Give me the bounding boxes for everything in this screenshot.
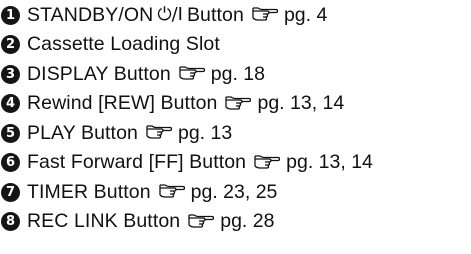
list-item: 4 Rewind [REW] Button pg. 13, 14: [0, 89, 471, 119]
item-label: STANDBY/ON: [27, 3, 154, 26]
item-number-badge: 1: [1, 5, 20, 25]
pointing-hand-icon: [252, 7, 278, 21]
item-label: TIMER Button: [27, 180, 151, 203]
list-item: 3 DISPLAY Button pg. 18: [0, 60, 471, 90]
component-legend-list: 1 STANDBY/ON ⏻/I Button pg. 4 2 Cassette…: [0, 0, 471, 237]
page-reference: pg. 18: [210, 62, 265, 85]
list-item: 2 Cassette Loading Slot: [0, 30, 471, 60]
page-reference: pg. 13, 14: [257, 92, 345, 115]
pointing-hand-icon: [254, 155, 281, 169]
item-label-suffix: Button: [186, 3, 244, 26]
list-item: 8 REC LINK Button pg. 28: [0, 207, 471, 237]
page-reference: pg. 13, 14: [286, 151, 373, 174]
item-number-badge: 5: [1, 123, 20, 143]
pointing-hand-icon: [225, 96, 252, 110]
list-item: 7 TIMER Button pg. 23, 25: [0, 178, 471, 208]
list-item: 1 STANDBY/ON ⏻/I Button pg. 4: [0, 1, 471, 31]
item-number-badge: 2: [1, 35, 20, 55]
pointing-hand-icon: [159, 184, 185, 198]
standby-on-symbol: ⏻/I: [157, 3, 183, 25]
item-label: DISPLAY Button: [27, 62, 171, 85]
page-reference: pg. 23, 25: [190, 180, 278, 203]
pointing-hand-icon: [188, 214, 215, 228]
item-number-badge: 3: [1, 64, 20, 84]
item-label: Rewind [REW] Button: [27, 92, 218, 115]
list-item: 6 Fast Forward [FF] Button pg. 13, 14: [0, 148, 471, 178]
pointing-hand-icon: [146, 125, 172, 139]
page-reference: pg. 28: [220, 210, 275, 233]
list-item: 5 PLAY Button pg. 13: [0, 119, 471, 149]
page-reference: pg. 13: [177, 121, 233, 144]
item-label: REC LINK Button: [27, 210, 181, 233]
item-number-badge: 8: [1, 212, 20, 232]
page-reference: pg. 4: [283, 3, 328, 26]
item-label: PLAY Button: [27, 121, 138, 144]
item-number-badge: 4: [1, 94, 20, 114]
item-number-badge: 6: [1, 153, 20, 173]
item-number-badge: 7: [1, 182, 20, 202]
item-label: Cassette Loading Slot: [27, 33, 220, 56]
pointing-hand-icon: [179, 66, 205, 80]
item-label: Fast Forward [FF] Button: [27, 151, 247, 174]
